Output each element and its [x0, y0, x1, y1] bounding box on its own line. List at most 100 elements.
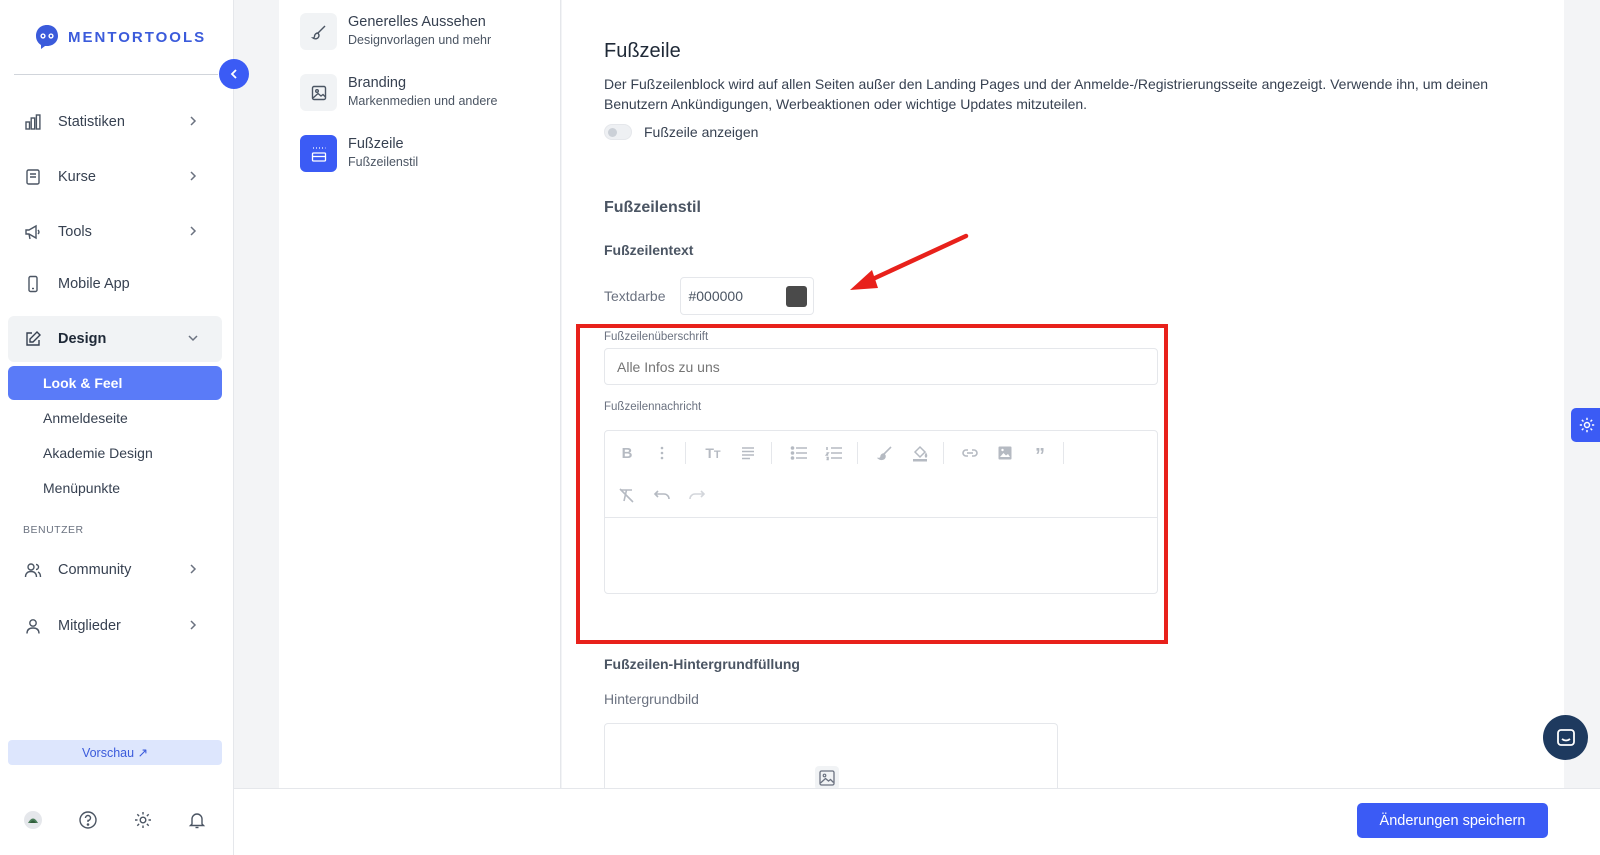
footer-style-heading: Fußzeilenstil — [604, 199, 701, 216]
footer-message-label: Fußzeilennachricht — [604, 401, 702, 413]
megaphone-icon — [24, 223, 42, 241]
fill-color-icon[interactable] — [908, 441, 932, 465]
undo-icon[interactable] — [650, 483, 674, 507]
show-footer-label: Fußzeile anzeigen — [644, 124, 759, 140]
users-icon — [24, 561, 42, 579]
footer-layout-icon — [300, 135, 337, 172]
page-title: Fußzeile — [604, 40, 681, 62]
settings-item-generelles-aussehen[interactable]: Generelles Aussehen Designvorlagen und m… — [300, 13, 491, 50]
logo[interactable]: MENTORTOOLS — [32, 22, 206, 52]
chat-icon — [1556, 728, 1575, 746]
logo-icon — [36, 25, 58, 49]
sidebar-item-label: Statistiken — [58, 114, 125, 130]
sidebar-item-design[interactable]: Design — [8, 316, 222, 362]
sidebar-item-tools[interactable]: Tools — [8, 209, 222, 255]
chevron-right-icon — [190, 226, 197, 236]
chevron-down-icon — [188, 335, 198, 342]
chevron-left-icon — [230, 69, 237, 79]
bg-image-upload[interactable] — [604, 723, 1058, 793]
book-icon — [24, 168, 42, 186]
sidebar-item-kurse[interactable]: Kurse — [8, 154, 222, 200]
bullet-list-icon[interactable] — [787, 441, 811, 465]
sidebar-item-label: Community — [58, 562, 132, 578]
sidebar-collapse-button[interactable] — [219, 59, 249, 89]
link-icon[interactable] — [958, 441, 982, 465]
footer-heading-input[interactable] — [604, 348, 1158, 385]
settings-item-title: Branding — [348, 75, 407, 91]
numbered-list-icon[interactable] — [822, 441, 846, 465]
settings-item-title: Fußzeile — [348, 136, 404, 152]
text-size-icon[interactable]: TT — [701, 441, 725, 465]
footer-message-editor: B TT ” — [604, 430, 1158, 594]
sidebar-item-mitglieder[interactable]: Mitglieder — [8, 603, 222, 649]
bold-icon[interactable]: B — [615, 441, 639, 465]
chevron-right-icon — [190, 564, 197, 574]
brush-icon[interactable] — [873, 441, 897, 465]
sidebar-item-label: Design — [58, 331, 107, 347]
sidebar-item-community[interactable]: Community — [8, 547, 222, 593]
chat-launcher[interactable] — [1543, 715, 1588, 760]
bg-image-label: Hintergrundbild — [604, 691, 699, 707]
bell-icon[interactable] — [186, 809, 208, 831]
chevron-right-icon — [190, 620, 197, 630]
brush-icon — [300, 13, 337, 50]
section-label-benutzer: BENUTZER — [23, 524, 84, 536]
editor-toolbar: B TT ” — [605, 431, 1157, 518]
gear-icon[interactable] — [132, 809, 154, 831]
help-icon[interactable] — [77, 809, 99, 831]
redo-icon[interactable] — [685, 483, 709, 507]
preview-button[interactable]: Vorschau ↗ — [8, 740, 222, 765]
avatar[interactable] — [22, 809, 44, 831]
quote-icon[interactable]: ” — [1028, 441, 1052, 466]
show-footer-toggle[interactable] — [604, 124, 632, 140]
sidebar-item-mobile-app[interactable]: Mobile App — [8, 261, 222, 307]
save-bar: Änderungen speichern — [234, 788, 1600, 855]
settings-item-branding[interactable]: Branding Markenmedien und andere — [300, 74, 497, 111]
text-color-row: Textdarbe #000000 — [604, 277, 815, 315]
more-vertical-icon[interactable] — [650, 441, 674, 465]
pencil-square-icon — [24, 330, 42, 348]
footer-heading-label: Fußzeilenüberschrift — [604, 331, 709, 343]
bar-chart-icon — [24, 113, 42, 131]
settings-item-fusszeile[interactable]: Fußzeile Fußzeilenstil — [300, 135, 418, 172]
show-footer-row: Fußzeile anzeigen — [604, 124, 758, 140]
text-color-label: Textdarbe — [604, 288, 666, 304]
align-left-icon[interactable] — [736, 441, 760, 465]
sidebar-item-label: Mobile App — [58, 276, 130, 292]
gear-icon — [1579, 417, 1595, 433]
sidebar-subitem-look-feel[interactable]: Look & Feel — [8, 366, 222, 400]
settings-item-subtitle: Fußzeilenstil — [348, 155, 419, 169]
mobile-icon — [24, 275, 42, 293]
sidebar-item-label: Tools — [58, 224, 92, 240]
save-changes-button[interactable]: Änderungen speichern — [1357, 803, 1548, 838]
footer-message-textarea[interactable] — [605, 519, 1157, 593]
sidebar-subitem-anmeldeseite[interactable]: Anmeldeseite — [8, 401, 222, 435]
image-upload-icon — [815, 766, 839, 790]
sidebar-item-label: Mitglieder — [58, 618, 121, 634]
settings-item-subtitle: Markenmedien und andere — [348, 94, 498, 108]
right-gutter — [1564, 0, 1600, 788]
chevron-right-icon — [190, 116, 197, 126]
footer-description: Der Fußzeilenblock wird auf allen Seiten… — [604, 76, 1489, 112]
sidebar-item-statistiken[interactable]: Statistiken — [8, 99, 222, 145]
clear-format-icon[interactable] — [615, 483, 639, 507]
image-icon — [300, 74, 337, 111]
annotation-arrow — [850, 233, 969, 290]
logo-text: MENTORTOOLS — [68, 28, 207, 46]
settings-item-subtitle: Designvorlagen und mehr — [348, 33, 492, 47]
sidebar-item-label: Kurse — [58, 169, 96, 185]
sidebar: MENTORTOOLS Statistiken Kurse Tools Mobi… — [0, 0, 234, 855]
text-color-input[interactable]: #000000 — [680, 277, 815, 315]
sidebar-subitem-akademie-design[interactable]: Akademie Design — [8, 436, 222, 470]
color-swatch[interactable] — [786, 286, 808, 307]
main-content: Fußzeile Der Fußzeilenblock wird auf all… — [562, 0, 1564, 793]
text-color-value: #000000 — [688, 288, 743, 304]
sidebar-subitem-menuepunkte[interactable]: Menüpunkte — [8, 471, 222, 505]
chevron-right-icon — [190, 171, 197, 181]
settings-panel: Generelles Aussehen Designvorlagen und m… — [279, 0, 561, 788]
footer-text-heading: Fußzeilentext — [604, 242, 694, 258]
footer-bg-heading: Fußzeilen-Hintergrundfüllung — [604, 656, 800, 672]
settings-fab[interactable] — [1571, 408, 1600, 442]
user-icon — [24, 617, 42, 635]
image-icon[interactable] — [993, 441, 1017, 465]
